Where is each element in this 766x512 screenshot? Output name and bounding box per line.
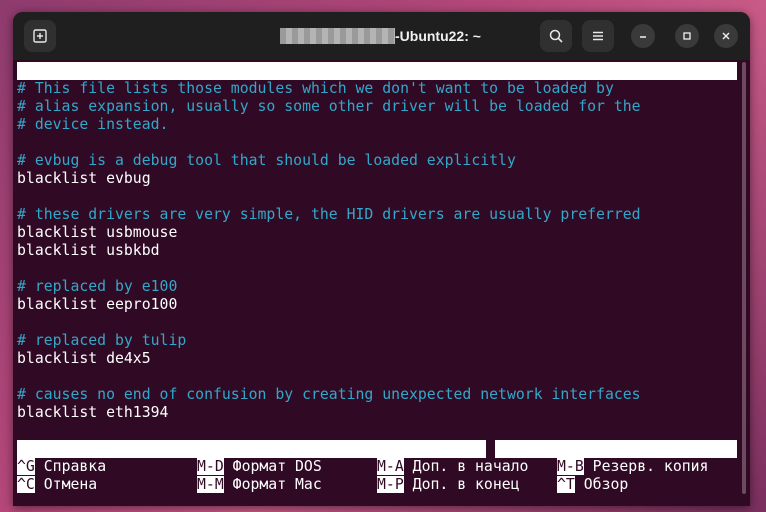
titlebar: -Ubuntu22: ~ xyxy=(13,12,750,60)
shortcut-label: Обзор xyxy=(583,476,629,493)
window-title-text: -Ubuntu22: ~ xyxy=(395,28,481,44)
shortcut-label: Формат DOS xyxy=(232,458,322,475)
shortcut-key: M-D xyxy=(197,458,224,475)
text-cursor xyxy=(486,440,495,458)
config-line: blacklist usbkbd xyxy=(17,242,160,259)
close-button[interactable] xyxy=(714,24,738,48)
shortcut-label: Справка xyxy=(43,458,107,475)
shortcut-item: ^G Справка xyxy=(17,458,106,476)
maximize-button[interactable] xyxy=(675,24,699,48)
save-prompt[interactable]: Имя файла для записи: /etc/modprobe.d/bl… xyxy=(17,440,737,475)
minimize-button[interactable] xyxy=(631,24,655,48)
shortcut-label: Формат Mac xyxy=(232,476,322,493)
config-line: blacklist de4x5 xyxy=(17,350,151,367)
shortcut-item: M-B Резерв. копия xyxy=(557,458,708,476)
shortcut-key: ^T xyxy=(557,476,575,493)
terminal-area[interactable]: GNU nano 6.2 /etc/modprobe.d/blacklist.c… xyxy=(17,62,739,500)
comment-line: # This file lists those modules which we… xyxy=(17,80,614,97)
config-line: blacklist evbug xyxy=(17,170,151,187)
shortcut-item: ^C Отмена xyxy=(17,476,97,494)
shortcut-item: ^T Обзор xyxy=(557,476,628,494)
maximize-icon xyxy=(683,32,691,40)
search-button[interactable] xyxy=(540,20,572,52)
comment-line: # evbug is a debug tool that should be l… xyxy=(17,152,516,169)
shortcut-label: Доп. в начало xyxy=(412,458,529,475)
nano-header: GNU nano 6.2 /etc/modprobe.d/blacklist.c… xyxy=(17,62,737,115)
shortcut-key: M-M xyxy=(197,476,224,493)
shortcut-label: Резерв. копия xyxy=(592,458,709,475)
shortcut-key: M-B xyxy=(557,458,584,475)
comment-line: # causes no end of confusion by creating… xyxy=(17,386,641,403)
shortcut-item: M-A Доп. в начало xyxy=(377,458,528,476)
config-line: blacklist usbmouse xyxy=(17,224,178,241)
comment-line: # device instead. xyxy=(17,116,169,133)
scrollbar[interactable] xyxy=(742,62,746,494)
shortcut-item: M-D Формат DOS xyxy=(197,458,322,476)
minimize-icon xyxy=(640,36,646,38)
redacted-username xyxy=(280,28,395,44)
shortcut-item: M-M Формат Mac xyxy=(197,476,322,494)
shortcut-item: M-P Доп. в конец xyxy=(377,476,520,494)
shortcut-key: M-P xyxy=(377,476,404,493)
shortcut-label: Отмена xyxy=(43,476,98,493)
shortcut-key: M-A xyxy=(377,458,404,475)
menu-button[interactable] xyxy=(582,20,614,52)
comment-line: # alias expansion, usually so some other… xyxy=(17,98,641,115)
comment-line: # replaced by e100 xyxy=(17,278,178,295)
config-line: blacklist eepro100 xyxy=(17,296,178,313)
shortcut-key: ^G xyxy=(17,458,35,475)
comment-line: # replaced by tulip xyxy=(17,332,187,349)
comment-line: # these drivers are very simple, the HID… xyxy=(17,206,641,223)
terminal-window: -Ubuntu22: ~ GNU nano 6.2 /etc/modprobe.… xyxy=(13,12,750,506)
search-icon xyxy=(549,29,563,43)
new-tab-button[interactable] xyxy=(24,20,56,52)
window-title: -Ubuntu22: ~ xyxy=(243,26,543,46)
shortcut-key: ^C xyxy=(17,476,35,493)
new-tab-icon xyxy=(33,29,47,43)
shortcut-label: Доп. в конец xyxy=(412,476,520,493)
close-icon xyxy=(722,32,730,40)
config-line: blacklist eth1394 xyxy=(17,404,169,421)
hamburger-menu-icon xyxy=(593,31,603,41)
